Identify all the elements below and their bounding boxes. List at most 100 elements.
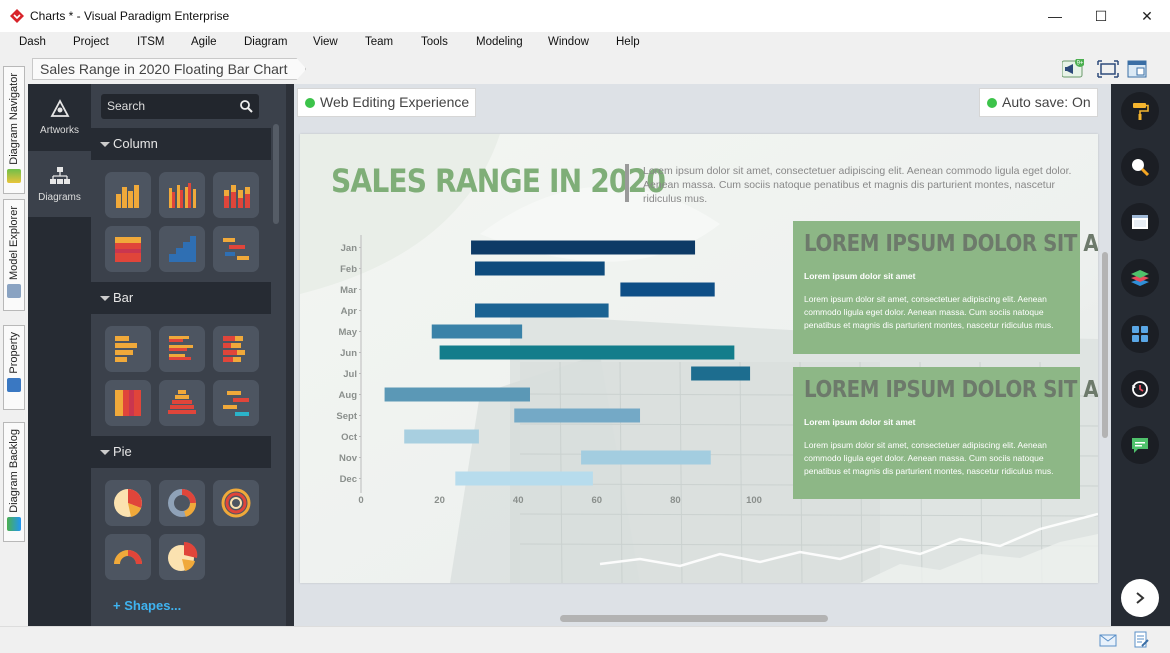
palette-search-input[interactable]: Search	[101, 94, 259, 119]
bar-aug[interactable]	[384, 387, 530, 402]
gauge-chart-tile[interactable]	[105, 534, 151, 580]
bar-jul[interactable]	[691, 366, 751, 381]
stacked-bar-chart-tile[interactable]	[213, 326, 259, 372]
autosave-badge[interactable]: Auto save: On	[979, 88, 1098, 117]
layout-icon[interactable]	[1127, 59, 1149, 79]
bar-jan[interactable]	[471, 240, 696, 255]
slide-description: Lorem ipsum dolor sit amet, consectetuer…	[643, 165, 1072, 205]
range-bar-chart-tile[interactable]	[213, 380, 259, 426]
ring-chart-icon	[221, 488, 251, 518]
heatmap-column-chart-icon	[115, 237, 141, 262]
y-tick-label: Jan	[341, 243, 358, 254]
column-chart-tile[interactable]	[105, 172, 151, 218]
menu-tools[interactable]: Tools	[421, 36, 448, 48]
y-tick-label: Feb	[340, 264, 357, 275]
bar-may[interactable]	[431, 324, 523, 339]
menu-itsm[interactable]: ITSM	[137, 36, 164, 48]
fit-to-window-icon[interactable]	[1097, 59, 1119, 79]
visual-paradigm-logo-icon	[10, 9, 24, 23]
close-button[interactable]: ✕	[1124, 0, 1170, 32]
grouped-bar-chart-tile[interactable]	[159, 326, 205, 372]
step-column-chart-tile[interactable]	[159, 226, 205, 272]
bar-dec[interactable]	[455, 471, 593, 486]
pie-chart-tile[interactable]	[105, 480, 151, 526]
document-edit-icon[interactable]	[1133, 631, 1149, 649]
donut-chart-tile[interactable]	[159, 480, 205, 526]
pyramid-bar-chart-tile[interactable]	[159, 380, 205, 426]
bar-chart-icon	[115, 336, 137, 362]
breadcrumb[interactable]: Sales Range in 2020 Floating Bar Chart	[32, 58, 306, 80]
shapes-link[interactable]: + Shapes...	[113, 598, 181, 613]
panel-splitter[interactable]	[286, 84, 294, 626]
bar-chart-tile[interactable]	[105, 326, 151, 372]
menu-help[interactable]: Help	[616, 36, 640, 48]
bar-jun[interactable]	[439, 345, 735, 360]
bar-sept[interactable]	[514, 408, 641, 423]
history-button[interactable]	[1121, 370, 1159, 408]
exploded-pie-chart-tile[interactable]	[159, 534, 205, 580]
menu-modeling[interactable]: Modeling	[476, 36, 523, 48]
menu-team[interactable]: Team	[365, 36, 393, 48]
maximize-button[interactable]: ☐	[1078, 0, 1124, 32]
slide-page[interactable]: SALES RANGE IN 2020 Lorem ipsum dolor si…	[300, 134, 1098, 583]
comments-button[interactable]	[1121, 426, 1159, 464]
web-editing-badge[interactable]: Web Editing Experience	[297, 88, 477, 117]
search-icon[interactable]	[240, 100, 253, 113]
floating-bar-chart[interactable]: Jan Feb Mar Apr May Jun Jul Aug Sept Oct Nov Dec 0 20…	[320, 229, 800, 504]
diagram-canvas[interactable]: Web Editing Experience Auto save: On SAL…	[294, 84, 1111, 626]
web-editing-label: Web Editing Experience	[320, 94, 470, 110]
heatmap-bar-chart-tile[interactable]	[105, 380, 151, 426]
info-card-2-body: Lorem ipsum dolor sit amet, consectetuer…	[804, 440, 1054, 476]
palette-scrollbar[interactable]	[273, 124, 279, 224]
menu-dash[interactable]: Dash	[19, 36, 46, 48]
x-tick-label: 0	[358, 495, 363, 504]
mail-icon[interactable]	[1099, 634, 1117, 647]
ring-chart-tile[interactable]	[213, 480, 259, 526]
clock-history-icon	[1132, 381, 1148, 397]
y-tick-label: Sept	[336, 411, 357, 422]
layers-button[interactable]	[1121, 259, 1159, 297]
gauge-chart-icon	[114, 550, 142, 564]
chevron-right-icon	[1136, 592, 1145, 604]
menu-project[interactable]: Project	[73, 36, 109, 48]
grouped-bar-chart-icon	[169, 336, 193, 360]
heatmap-column-chart-tile[interactable]	[105, 226, 151, 272]
panel-button[interactable]	[1121, 203, 1159, 241]
nav-diagrams[interactable]: Diagrams	[28, 151, 91, 217]
section-pie[interactable]: Pie	[91, 436, 271, 468]
menu-view[interactable]: View	[313, 36, 338, 48]
nav-artworks[interactable]: Artworks	[28, 84, 91, 150]
layers-icon	[1131, 270, 1149, 286]
diagrams-icon	[49, 166, 70, 184]
section-bar[interactable]: Bar	[91, 282, 271, 314]
bar-nov[interactable]	[581, 450, 711, 465]
minimize-button[interactable]: —	[1032, 0, 1078, 32]
info-card-2[interactable]: LOREM IPSUM DOLOR SIT AMET Lorem ipsum d…	[793, 367, 1098, 499]
tab-diagram-backlog[interactable]: Diagram Backlog	[3, 422, 25, 542]
tab-diagram-navigator[interactable]: Diagram Navigator	[3, 66, 25, 194]
zoom-button[interactable]	[1121, 148, 1159, 186]
format-painter-button[interactable]	[1121, 92, 1159, 130]
bar-apr[interactable]	[474, 303, 609, 318]
gantt-column-chart-tile[interactable]	[213, 226, 259, 272]
grid-button[interactable]	[1121, 315, 1159, 353]
horizontal-scrollbar[interactable]	[560, 615, 828, 622]
tab-property[interactable]: Property	[3, 325, 25, 410]
menu-diagram[interactable]: Diagram	[244, 36, 287, 48]
grouped-column-chart-tile[interactable]	[159, 172, 205, 218]
section-column[interactable]: Column	[91, 128, 271, 160]
bar-mar[interactable]	[620, 282, 715, 297]
menu-window[interactable]: Window	[548, 36, 589, 48]
exploded-pie-chart-icon	[168, 541, 198, 571]
info-card-1[interactable]: LOREM IPSUM DOLOR SIT AMET Lorem ipsum d…	[793, 221, 1098, 354]
bar-feb[interactable]	[474, 261, 605, 276]
step-column-chart-icon	[169, 236, 196, 262]
x-tick-label: 60	[592, 495, 603, 504]
menu-agile[interactable]: Agile	[191, 36, 217, 48]
bar-oct[interactable]	[404, 429, 479, 444]
vertical-scrollbar[interactable]	[1102, 252, 1108, 438]
tab-model-explorer[interactable]: Model Explorer	[3, 199, 25, 311]
next-button[interactable]	[1121, 579, 1159, 617]
megaphone-icon[interactable]: 9+	[1062, 59, 1084, 79]
stacked-column-chart-tile[interactable]	[213, 172, 259, 218]
